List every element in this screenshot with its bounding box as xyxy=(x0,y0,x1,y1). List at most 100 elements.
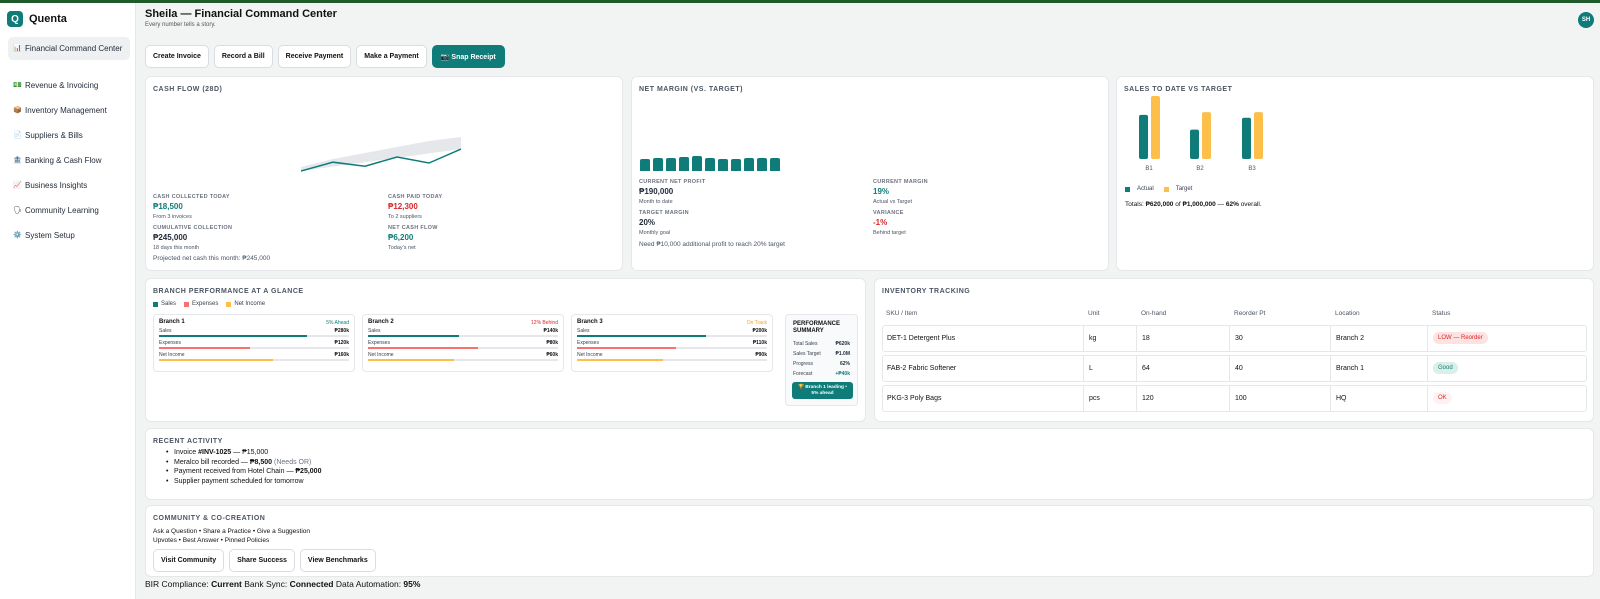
table-row[interactable]: FAB-2 Fabric Softener L 64 40 Branch 1 Good xyxy=(882,355,1587,382)
community-line-1: Ask a Question • Share a Practice • Give… xyxy=(153,528,311,535)
collected-label: CASH COLLECTED TODAY xyxy=(153,194,230,200)
branch-progress-fill xyxy=(159,347,251,349)
cell-divider xyxy=(1083,326,1084,351)
snap-receipt-button[interactable]: 📷 Snap Receipt xyxy=(431,45,505,68)
card-title: Cash Flow (28d) xyxy=(153,86,223,93)
community-actions: Visit Community Share Success View Bench… xyxy=(153,549,376,572)
leader-callout: 🏆 Branch 1 leading • 5% ahead xyxy=(792,382,853,399)
cell-location: HQ xyxy=(1336,395,1347,402)
sidebar-item-revenue[interactable]: 💵 Revenue & Invoicing xyxy=(8,80,130,91)
legend-target: Target xyxy=(1175,186,1193,192)
sidebar-item-community[interactable]: 🗣 Community Learning xyxy=(8,205,130,216)
record-bill-button[interactable]: Record a Bill xyxy=(213,45,273,68)
bar-actual-b1 xyxy=(1139,114,1148,159)
make-payment-button[interactable]: Make a Payment xyxy=(356,45,427,68)
totals-sales: ₱620,000 xyxy=(1145,201,1174,208)
cell-unit: L xyxy=(1089,365,1093,372)
sidebar-item-label: Suppliers & Bills xyxy=(25,131,83,140)
margin-bar xyxy=(770,158,780,171)
document-icon: 📄 xyxy=(13,132,22,139)
branch-row-label: Sales xyxy=(368,328,381,334)
view-benchmarks-button[interactable]: View Benchmarks xyxy=(299,549,376,572)
brand[interactable]: Q Quenta xyxy=(7,11,67,27)
avatar[interactable]: SH xyxy=(1578,12,1594,28)
cell-divider xyxy=(1229,356,1230,381)
table-row[interactable]: DET-1 Detergent Plus kg 18 30 Branch 2 LOW — … xyxy=(882,325,1587,352)
legend-actual: Actual xyxy=(1137,186,1154,192)
totals-summary: Totals: ₱620,000 of ₱1,000,000 — 62% ove… xyxy=(1125,201,1262,208)
create-invoice-button[interactable]: Create Invoice xyxy=(145,45,209,68)
card-title: Recent Activity xyxy=(153,438,223,445)
margin-bar xyxy=(731,159,741,171)
cell-item: FAB-2 Fabric Softener xyxy=(887,365,957,372)
net-sub: Today's net xyxy=(388,245,416,251)
branch-row-label: Net Income xyxy=(577,352,603,358)
target-value: 20% xyxy=(639,218,656,227)
legend-swatch-sales xyxy=(153,301,158,307)
cash-flow-area xyxy=(301,137,461,171)
visit-community-button[interactable]: Visit Community xyxy=(153,549,225,572)
sidebar-item-suppliers[interactable]: 📄 Suppliers & Bills xyxy=(8,130,130,141)
cell-reorder: 30 xyxy=(1235,335,1243,342)
community-line-2: Upvotes • Best Answer • Pinned Policies xyxy=(153,537,270,544)
margin-bar xyxy=(679,157,689,171)
cash-flow-chart xyxy=(301,137,461,172)
cell-item: PKG-3 Poly Bags xyxy=(887,395,942,402)
branch-row-value: ₱120k xyxy=(334,340,349,346)
x-tick-label: B3 xyxy=(1248,166,1256,172)
col-header-unit: Unit xyxy=(1088,310,1100,317)
col-header-item: SKU / Item xyxy=(886,310,918,317)
share-success-button[interactable]: Share Success xyxy=(229,549,295,572)
sales-target-chart: B1 B2 B3 xyxy=(1139,96,1263,172)
card-title: Net Margin (vs. Target) xyxy=(639,86,743,93)
branch-progress-fill xyxy=(577,335,707,337)
margin-value: 19% xyxy=(873,187,890,196)
x-tick-label: B1 xyxy=(1145,166,1153,172)
summary-title: PERFORMANCE SUMMARY xyxy=(793,321,841,334)
progress-value: 62% xyxy=(839,361,850,367)
branch-progress-fill xyxy=(577,347,676,349)
bar-target-b1 xyxy=(1151,96,1160,159)
profit-value: ₱190,000 xyxy=(639,187,674,196)
branch-progress-track xyxy=(159,335,349,337)
sidebar-item-inventory[interactable]: 📦 Inventory Management xyxy=(8,105,130,116)
margin-sub: Actual vs Target xyxy=(873,199,913,205)
legend-swatch-net-income xyxy=(226,301,232,307)
table-row[interactable]: PKG-3 Poly Bags pcs 120 100 HQ OK xyxy=(882,385,1587,412)
col-header-status: Status xyxy=(1432,310,1451,317)
variance-sub: Behind target xyxy=(873,230,906,236)
page-title: Sheila — Financial Command Center xyxy=(145,8,337,20)
variance-label: VARIANCE xyxy=(873,210,904,216)
margin-bar xyxy=(757,158,767,171)
receive-payment-button[interactable]: Receive Payment xyxy=(277,45,352,68)
cell-divider xyxy=(1136,326,1137,351)
gear-icon: ⚙️ xyxy=(13,232,22,239)
paid-label: CASH PAID TODAY xyxy=(388,194,443,200)
activity-item: Supplier payment scheduled for tomorrow xyxy=(166,477,304,486)
cell-item: DET-1 Detergent Plus xyxy=(887,335,956,342)
margin-bars xyxy=(640,137,790,171)
branch-progress-track xyxy=(368,359,558,361)
totals-dash: — xyxy=(1215,201,1226,208)
branch-row-value: ₱280k xyxy=(334,328,349,334)
activity-item: Payment received from Hotel Chain — ₱25,… xyxy=(166,467,322,476)
sidebar-item-setup[interactable]: ⚙️ System Setup xyxy=(8,230,130,241)
branch-row-value: ₱90k xyxy=(755,352,767,358)
sidebar-item-financial-command-center[interactable]: 📊 Financial Command Center xyxy=(8,37,130,60)
sidebar-item-insights[interactable]: 📈 Business Insights xyxy=(8,180,130,191)
branch-progress-fill xyxy=(159,359,273,361)
sales-target-label: Sales Target xyxy=(793,351,821,357)
automation-value: 95% xyxy=(403,579,421,589)
branch-progress-track xyxy=(577,335,767,337)
legend-swatch-actual xyxy=(1125,186,1130,192)
col-header-onhand: On-hand xyxy=(1141,310,1167,317)
card-title: Inventory Tracking xyxy=(882,288,971,295)
margin-bar xyxy=(653,158,663,171)
target-label: TARGET MARGIN xyxy=(639,210,689,216)
cumulative-sub: 18 days this month xyxy=(153,245,200,251)
branch-name: Branch 2 xyxy=(368,319,394,325)
sidebar-item-banking[interactable]: 🏦 Banking & Cash Flow xyxy=(8,155,130,166)
bank-label: Bank Sync: xyxy=(241,579,290,589)
cell-unit: pcs xyxy=(1089,395,1100,402)
branch-progress-fill xyxy=(368,347,479,349)
